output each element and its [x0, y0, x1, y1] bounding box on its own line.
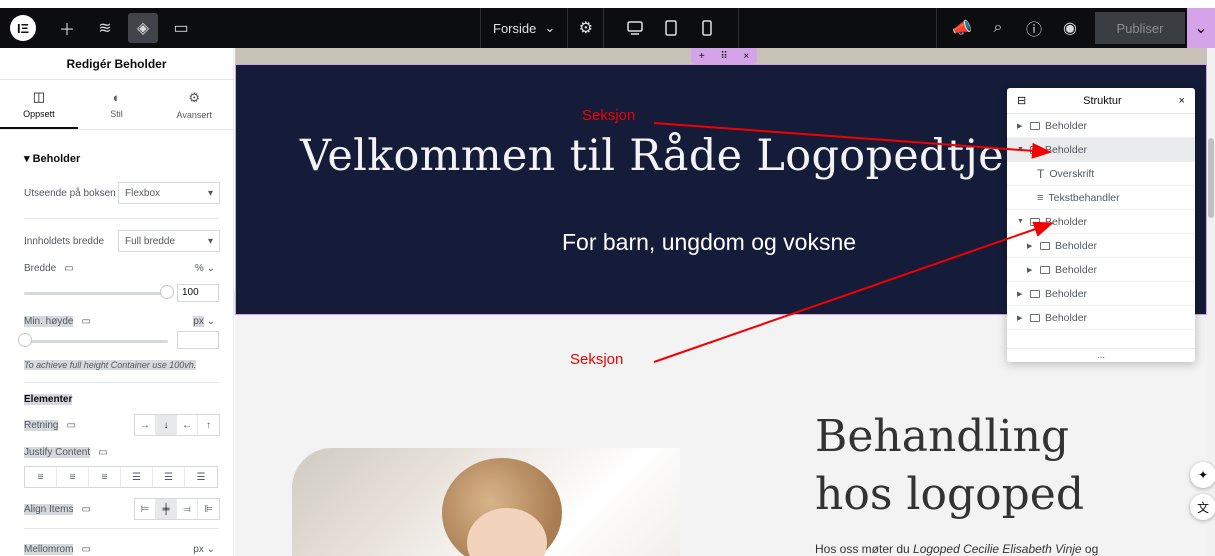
translate-icon[interactable]: 文 [1190, 494, 1215, 520]
annotation-arrows [653, 122, 1054, 363]
annotation-arrow [653, 122, 1052, 159]
ai-sparkle-icon[interactable]: ✦ [1190, 462, 1215, 488]
annotation-arrow [653, 221, 1054, 363]
scrollbar-thumb[interactable] [1208, 138, 1214, 218]
